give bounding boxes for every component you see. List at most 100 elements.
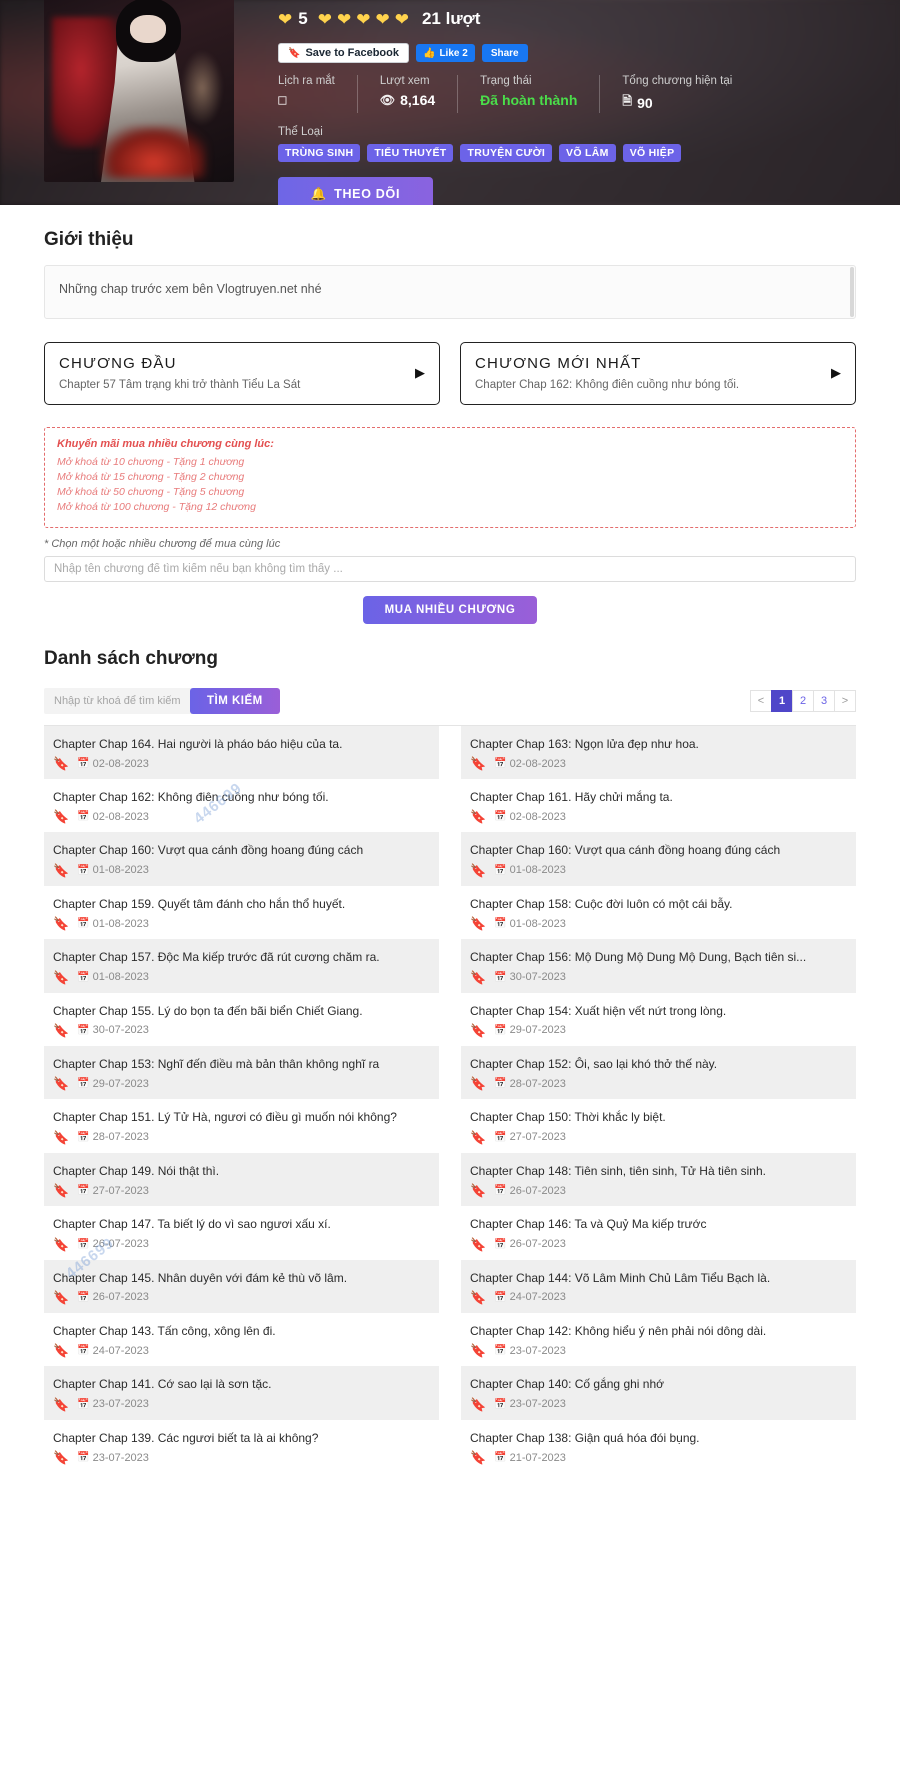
chapter-date-value: 23-07-2023: [509, 1344, 566, 1357]
buy-chapter-search-input[interactable]: [44, 555, 856, 582]
bookmark-icon[interactable]: 🔖: [470, 971, 486, 984]
chapter-item[interactable]: Chapter Chap 154: Xuất hiện vết nứt tron…: [461, 993, 856, 1046]
chapter-item[interactable]: Chapter Chap 145. Nhân duyên với đám kẻ …: [44, 1259, 439, 1313]
genre-tag[interactable]: TRUYỆN CƯỜI: [460, 144, 553, 162]
bookmark-icon[interactable]: 🔖: [53, 1291, 69, 1304]
bookmark-icon[interactable]: 🔖: [53, 1344, 69, 1357]
latest-chapter-card[interactable]: CHƯƠNG MỚI NHẤT Chapter Chap 162: Không …: [460, 342, 856, 405]
bookmark-icon[interactable]: 🔖: [470, 810, 486, 823]
pagination-prev[interactable]: <: [750, 689, 772, 712]
bookmark-icon[interactable]: 🔖: [53, 1398, 69, 1411]
bookmark-icon[interactable]: 🔖: [53, 864, 69, 877]
bookmark-icon[interactable]: 🔖: [470, 1291, 486, 1304]
buy-multiple-chapters-button[interactable]: MUA NHIỀU CHƯƠNG: [362, 595, 538, 624]
first-chapter-title: CHƯƠNG ĐẦU: [59, 355, 177, 372]
save-to-facebook-button[interactable]: 🔖 Save to Facebook: [278, 43, 409, 63]
pagination-next[interactable]: >: [834, 689, 856, 712]
chapter-item[interactable]: Chapter Chap 162: Không điên cuồng như b…: [44, 779, 439, 832]
bookmark-icon[interactable]: 🔖: [470, 1077, 486, 1090]
bookmark-icon[interactable]: 🔖: [53, 1238, 69, 1251]
chapter-item[interactable]: Chapter Chap 160: Vượt qua cánh đồng hoa…: [461, 832, 856, 886]
chapter-item[interactable]: Chapter Chap 150: Thời khắc ly biệt. 🔖 📅 27…: [461, 1099, 856, 1152]
bookmark-icon[interactable]: 🔖: [53, 1184, 69, 1197]
bookmark-icon[interactable]: 🔖: [470, 1398, 486, 1411]
chapter-item[interactable]: Chapter Chap 143. Tấn công, xông lên đi.…: [44, 1313, 439, 1366]
chapter-item[interactable]: Chapter Chap 146: Ta và Quỷ Ma kiếp trướ…: [461, 1206, 856, 1259]
bookmark-icon[interactable]: 🔖: [53, 1131, 69, 1144]
chapter-title: Chapter Chap 140: Cố gắng ghi nhớ: [470, 1377, 665, 1392]
heart-icon[interactable]: ❤: [395, 11, 409, 28]
bookmark-icon[interactable]: 🔖: [53, 917, 69, 930]
intro-scrollbar[interactable]: [850, 267, 854, 317]
chapter-item[interactable]: Chapter Chap 151. Lý Tử Hà, ngươi có điề…: [44, 1099, 439, 1152]
genre-tag[interactable]: VÕ LÂM: [559, 144, 616, 162]
heart-icon[interactable]: ❤: [318, 11, 332, 28]
genre-tag[interactable]: TIỂU THUYẾT: [367, 144, 454, 162]
chapter-item[interactable]: Chapter Chap 140: Cố gắng ghi nhớ 🔖 📅 23-07…: [461, 1366, 856, 1420]
chapter-meta: 🔖 📅 24-07-2023: [470, 1291, 847, 1304]
bookmark-icon[interactable]: 🔖: [470, 864, 486, 877]
chapter-item[interactable]: Chapter Chap 160: Vượt qua cánh đồng hoa…: [44, 832, 439, 886]
chapter-item[interactable]: Chapter Chap 142: Không hiểu ý nên phải …: [461, 1313, 856, 1366]
chapter-item[interactable]: Chapter Chap 147. Ta biết lý do vì sao n…: [44, 1206, 439, 1259]
chapter-date: 📅 24-07-2023: [494, 1291, 566, 1303]
hero-banner: ❤ 5 ❤ ❤ ❤ ❤ ❤ 21 lượt 🔖 Save to Facebook…: [0, 0, 900, 205]
chapter-item[interactable]: Chapter Chap 156: Mộ Dung Mộ Dung Mộ Dun…: [461, 939, 856, 993]
bookmark-icon[interactable]: 🔖: [53, 971, 69, 984]
calendar-icon: 📅: [494, 1238, 507, 1250]
chapter-item[interactable]: Chapter Chap 164. Hai người là pháo báo …: [44, 725, 439, 780]
chapter-item[interactable]: Chapter Chap 152: Ôi, sao lại khó thở th…: [461, 1045, 856, 1100]
search-button[interactable]: TÌM KIẾM: [190, 687, 280, 714]
bookmark-icon[interactable]: 🔖: [470, 917, 486, 930]
chapter-item[interactable]: Chapter Chap 157. Độc Ma kiếp trước đã r…: [44, 939, 439, 993]
follow-button[interactable]: 🔔 THEO DÕI: [278, 177, 433, 205]
bookmark-icon[interactable]: 🔖: [470, 1238, 486, 1251]
genre-tag[interactable]: VÕ HIỆP: [622, 144, 682, 162]
chapter-date: 📅 23-07-2023: [77, 1452, 149, 1464]
heart-icon[interactable]: ❤: [375, 11, 389, 28]
chapter-item[interactable]: Chapter Chap 141. Cớ sao lại là sơn tặc.…: [44, 1366, 439, 1420]
chapter-item[interactable]: Chapter Chap 139. Các ngươi biết ta là a…: [44, 1420, 439, 1473]
bookmark-icon[interactable]: 🔖: [470, 1451, 486, 1464]
first-chapter-card[interactable]: CHƯƠNG ĐẦU Chapter 57 Tâm trạng khi trở …: [44, 342, 440, 405]
chapter-item[interactable]: Chapter Chap 138: Giận quá hóa đói bụng.…: [461, 1420, 856, 1473]
facebook-share-button[interactable]: Share: [481, 44, 528, 62]
chapter-date: 📅 02-08-2023: [494, 758, 566, 770]
bookmark-icon[interactable]: 🔖: [470, 1024, 486, 1037]
calendar-icon: 📅: [494, 864, 507, 876]
pagination-page-3[interactable]: 3: [813, 689, 835, 712]
bookmark-icon[interactable]: 🔖: [470, 1131, 486, 1144]
heart-icon[interactable]: ❤: [337, 11, 351, 28]
chapter-item[interactable]: Chapter Chap 159. Quyết tâm đánh cho hắn…: [44, 886, 439, 939]
bookmark-icon[interactable]: 🔖: [53, 1451, 69, 1464]
chapter-item[interactable]: Chapter Chap 149. Nói thật thì. 🔖 📅 27-07-2…: [44, 1152, 439, 1207]
bookmark-icon[interactable]: 🔖: [470, 757, 486, 770]
bookmark-icon[interactable]: 🔖: [53, 1024, 69, 1037]
heart-icon[interactable]: ❤: [356, 11, 370, 28]
chapter-item[interactable]: Chapter Chap 155. Lý do bọn ta đến bãi b…: [44, 993, 439, 1046]
bookmark-icon[interactable]: 🔖: [53, 1077, 69, 1090]
chapter-item[interactable]: Chapter Chap 148: Tiên sinh, tiên sinh, …: [461, 1152, 856, 1207]
bookmark-icon[interactable]: 🔖: [53, 757, 69, 770]
chapter-meta: 🔖 📅 26-07-2023: [470, 1184, 847, 1197]
chapter-date: 📅 01-08-2023: [77, 918, 149, 930]
bookmark-icon[interactable]: 🔖: [470, 1184, 486, 1197]
intro-title: Giới thiệu: [44, 229, 134, 250]
chapter-item[interactable]: Chapter Chap 161. Hãy chửi mắng ta. 🔖 📅 02-…: [461, 779, 856, 832]
bookmark-icon[interactable]: 🔖: [470, 1344, 486, 1357]
heart-icon[interactable]: ❤: [278, 11, 292, 28]
chapter-title: Chapter Chap 147. Ta biết lý do vì sao n…: [53, 1217, 331, 1232]
pagination-page-1[interactable]: 1: [771, 689, 793, 712]
search-input[interactable]: [44, 687, 192, 714]
genre-tag[interactable]: TRÙNG SINH: [278, 144, 361, 162]
calendar-icon: 📅: [494, 1452, 507, 1464]
chapter-item[interactable]: Chapter Chap 144: Võ Lâm Minh Chủ Lâm Ti…: [461, 1259, 856, 1313]
chapter-item[interactable]: Chapter Chap 158: Cuộc đời luôn có một c…: [461, 886, 856, 939]
cover-image[interactable]: [44, 0, 234, 182]
pagination-page-2[interactable]: 2: [792, 689, 814, 712]
bookmark-icon[interactable]: 🔖: [53, 810, 69, 823]
chapter-title: Chapter Chap 139. Các ngươi biết ta là a…: [53, 1430, 319, 1445]
chapter-item[interactable]: Chapter Chap 153: Nghĩ đến điều mà bản t…: [44, 1045, 439, 1100]
chapter-item[interactable]: Chapter Chap 163: Ngọn lửa đẹp như hoa. 🔖…: [461, 725, 856, 780]
facebook-like-button[interactable]: 👍 Like 2: [416, 44, 475, 62]
